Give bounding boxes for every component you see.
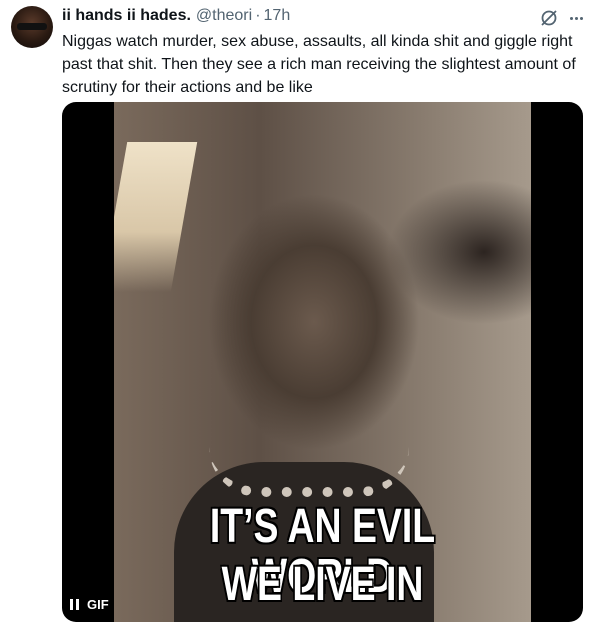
separator: · <box>255 7 261 24</box>
gif-caption-line2: WE LIVE IN <box>221 558 424 611</box>
user-handle[interactable]: @theori <box>196 7 252 25</box>
tweet-text: Niggas watch murder, sex abuse, assaults… <box>62 33 576 96</box>
gif-badge: GIF <box>87 597 109 612</box>
more-icon[interactable] <box>566 8 586 28</box>
display-name[interactable]: ii hands ii hades. <box>62 7 191 25</box>
grok-icon[interactable] <box>539 8 559 28</box>
gif-frame: IT’S AN EVIL WORLD WE LIVE IN <box>114 102 531 622</box>
gif-media[interactable]: IT’S AN EVIL WORLD WE LIVE IN GIF <box>62 102 583 622</box>
avatar[interactable] <box>11 6 53 48</box>
timestamp[interactable]: 17h <box>264 7 291 25</box>
pause-icon[interactable] <box>70 599 79 610</box>
gif-controls: GIF <box>70 597 109 612</box>
tweet-header: ii hands ii hades. @theori · 17h <box>62 7 290 29</box>
